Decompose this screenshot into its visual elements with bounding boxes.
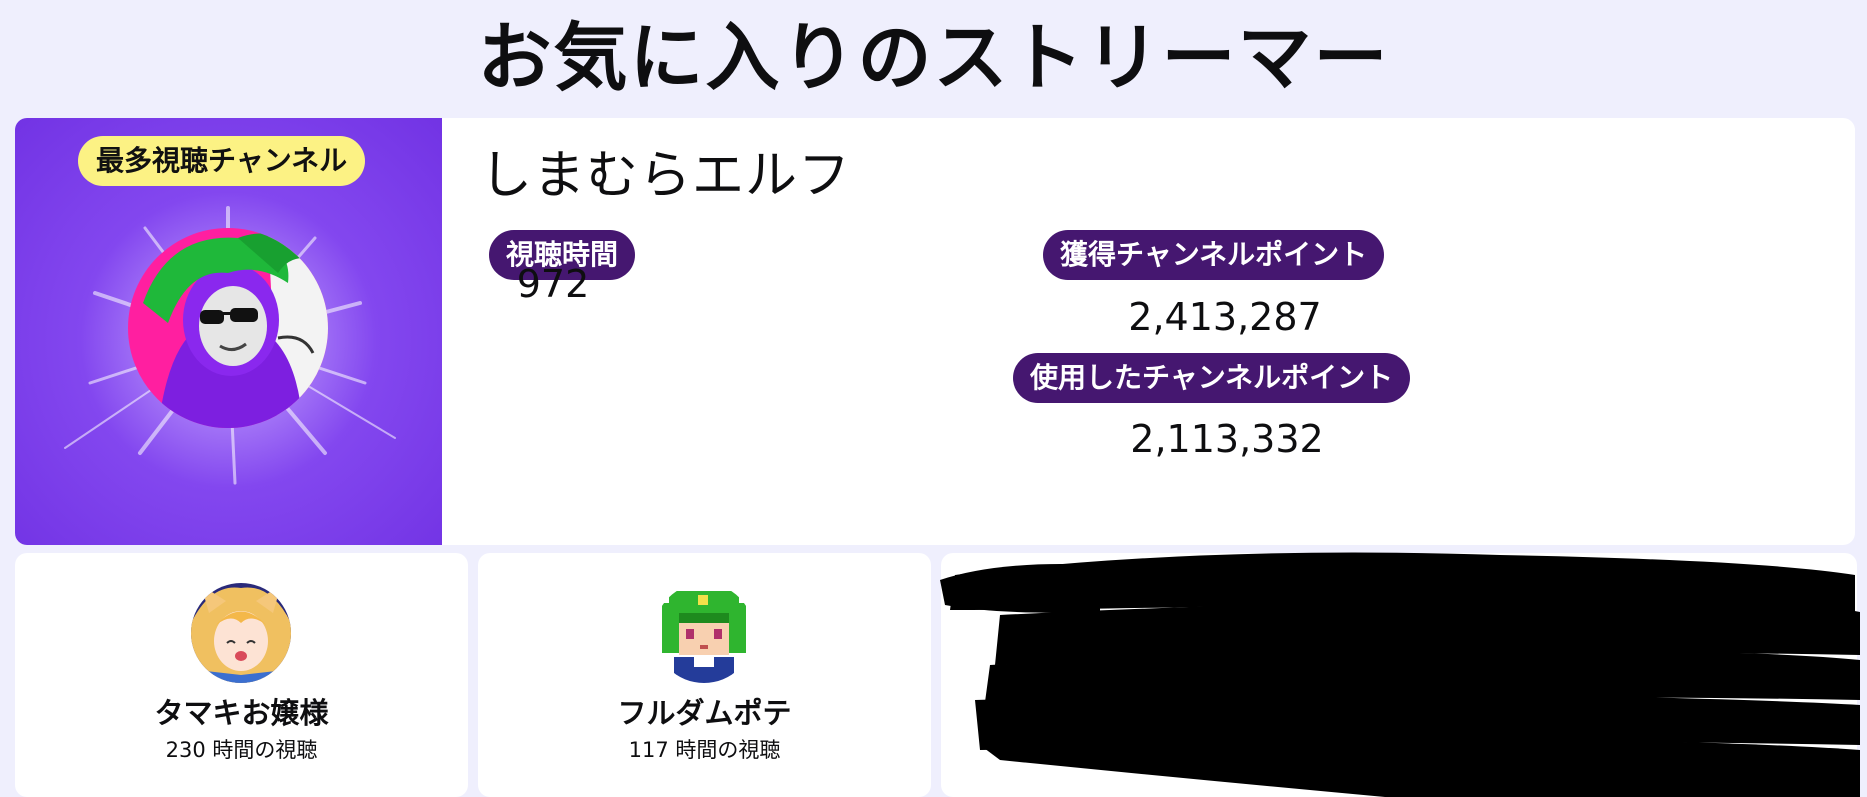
redaction-scribble xyxy=(940,552,1860,797)
